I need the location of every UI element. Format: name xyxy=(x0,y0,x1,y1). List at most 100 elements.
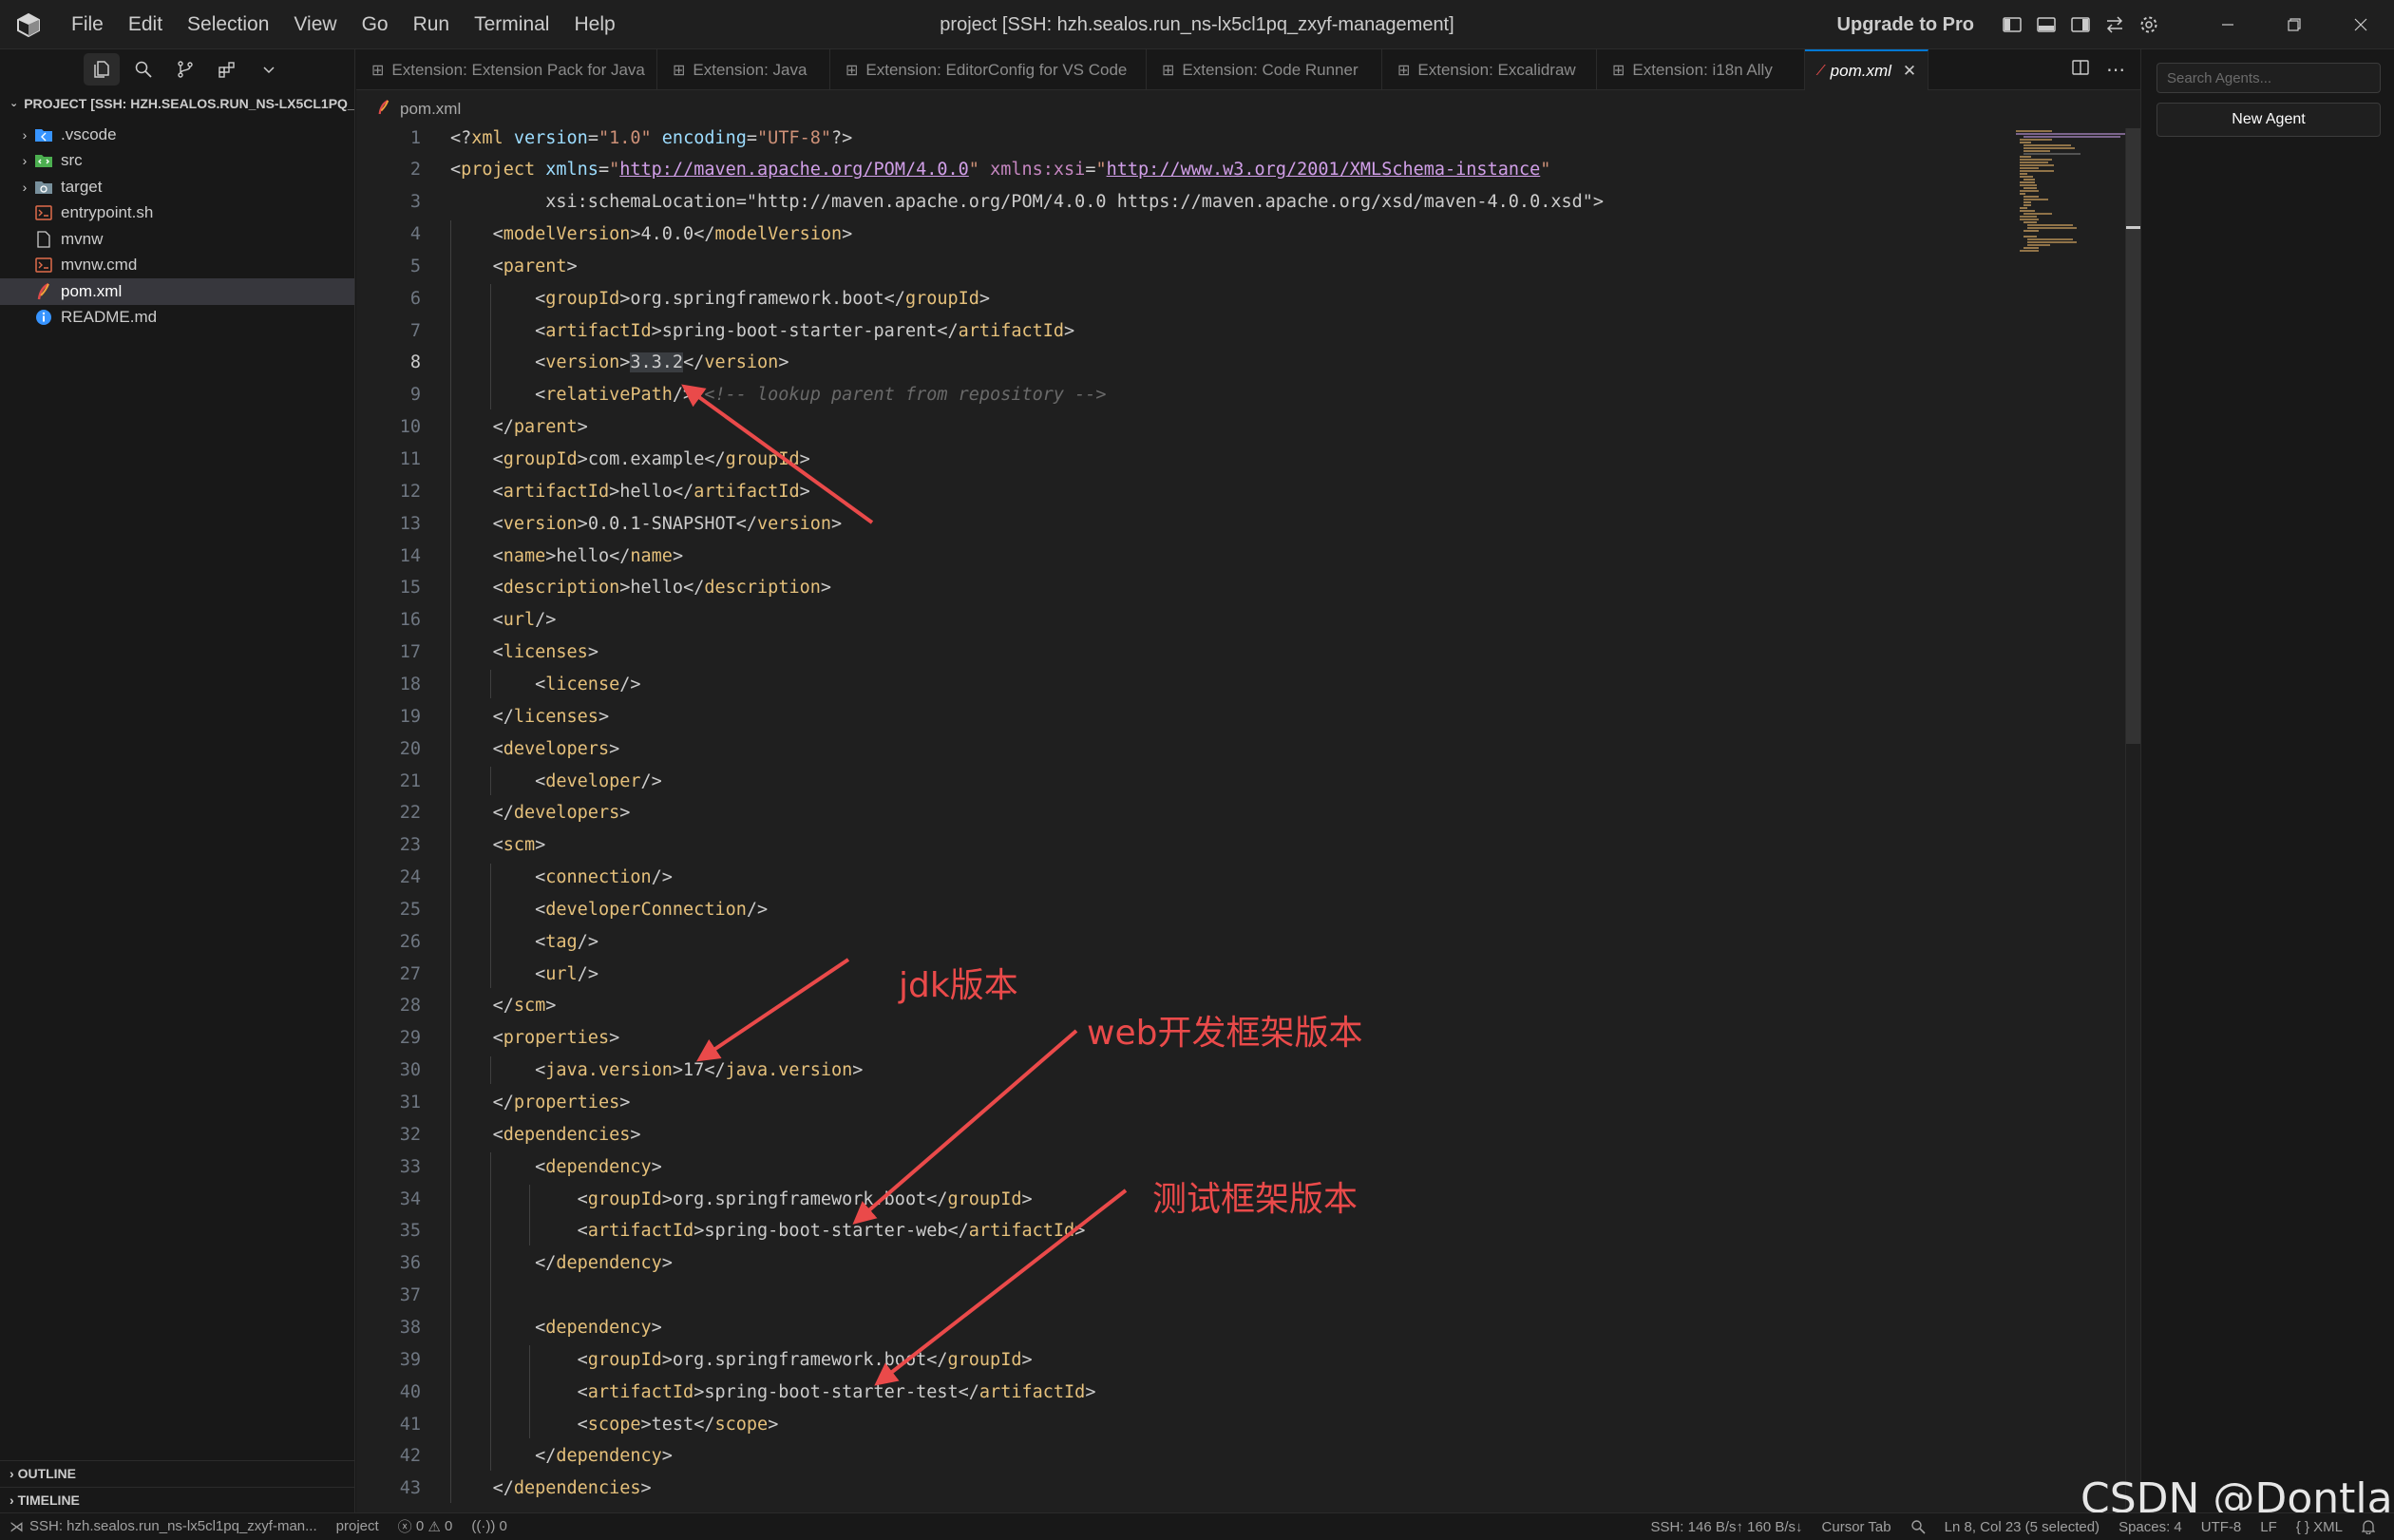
notifications-bell-icon[interactable] xyxy=(2352,1513,2384,1540)
code-line[interactable]: 34 <groupId>org.springframework.boot</gr… xyxy=(356,1183,1033,1215)
code-line[interactable]: 10 </parent> xyxy=(356,411,588,444)
ssh-traffic-indicator[interactable]: SSH: 146 B/s↑ 160 B/s↓ xyxy=(1641,1513,1812,1540)
code-line[interactable]: 21 <developer/> xyxy=(356,765,662,797)
code-line[interactable]: 7 <artifactId>spring-boot-starter-parent… xyxy=(356,314,1074,347)
tree-item-mvnw[interactable]: mvnw xyxy=(0,226,354,253)
code-line[interactable]: 32 <dependencies> xyxy=(356,1118,641,1150)
eol-indicator[interactable]: LF xyxy=(2251,1513,2287,1540)
toggle-secondary-sidebar-icon[interactable] xyxy=(2063,0,2098,49)
cursor-tab-indicator[interactable]: Cursor Tab xyxy=(1813,1513,1901,1540)
cursor-position-indicator[interactable]: Ln 8, Col 23 (5 selected) xyxy=(1935,1513,2109,1540)
code-line[interactable]: 41 <scope>test</scope> xyxy=(356,1408,779,1440)
code-line[interactable]: 42 </dependency> xyxy=(356,1440,673,1473)
code-line[interactable]: 25 <developerConnection/> xyxy=(356,893,768,925)
minimap[interactable] xyxy=(2014,128,2138,299)
code-line[interactable]: 38 <dependency> xyxy=(356,1311,662,1343)
zoom-icon[interactable] xyxy=(1901,1513,1935,1540)
editor-scrollbar[interactable] xyxy=(2125,128,2140,1512)
tab-extension-code-runner[interactable]: ⊞ Extension: Code Runner xyxy=(1147,49,1382,90)
indentation-indicator[interactable]: Spaces: 4 xyxy=(2109,1513,2192,1540)
tab-pom-xml[interactable]: ⁄ pom.xml ✕ xyxy=(1805,49,1928,90)
swap-arrows-icon[interactable] xyxy=(2098,0,2132,49)
code-line[interactable]: 29 <properties> xyxy=(356,1022,620,1055)
problems-indicator[interactable]: ⓧ 0 ⚠ 0 xyxy=(389,1513,463,1540)
tree-item-entrypoint-sh[interactable]: entrypoint.sh xyxy=(0,200,354,227)
tree-item-mvnw-cmd[interactable]: mvnw.cmd xyxy=(0,253,354,279)
code-line[interactable]: 37 xyxy=(356,1280,421,1312)
code-line[interactable]: 9 <relativePath/> <!-- lookup parent fro… xyxy=(356,379,1107,411)
code-line[interactable]: 4 <modelVersion>4.0.0</modelVersion> xyxy=(356,219,852,251)
menu-file[interactable]: File xyxy=(59,0,116,49)
folder-indicator[interactable]: project xyxy=(327,1513,389,1540)
minimize-window-icon[interactable] xyxy=(2194,0,2261,49)
code-line[interactable]: 27 <url/> xyxy=(356,958,598,990)
close-window-icon[interactable] xyxy=(2328,0,2394,49)
code-line[interactable]: 30 <java.version>17</java.version> xyxy=(356,1055,864,1087)
code-line[interactable]: 14 <name>hello</name> xyxy=(356,540,683,572)
code-line[interactable]: 23 <scm> xyxy=(356,829,546,862)
upgrade-to-pro-button[interactable]: Upgrade to Pro xyxy=(1837,14,1974,36)
timeline-section-header[interactable]: › TIMELINE xyxy=(0,1487,355,1512)
language-mode-indicator[interactable]: { } XML xyxy=(2287,1513,2352,1540)
menu-help[interactable]: Help xyxy=(561,0,627,49)
code-line[interactable]: 6 <groupId>org.springframework.boot</gro… xyxy=(356,282,990,314)
code-line[interactable]: 1 <?xml version="1.0" encoding="UTF-8"?> xyxy=(356,128,852,154)
tab-extension-i18n-ally[interactable]: ⊞ Extension: i18n Ally xyxy=(1597,49,1805,90)
tree-item-vscode[interactable]: › .vscode xyxy=(0,122,354,148)
code-line[interactable]: 19 </licenses> xyxy=(356,700,609,732)
code-line[interactable]: 43 </dependencies> xyxy=(356,1473,652,1505)
explorer-root-header[interactable]: ⌄ PROJECT [SSH: HZH.SEALOS.RUN_NS-LX5CL1… xyxy=(0,89,354,118)
code-line[interactable]: 5 <parent> xyxy=(356,250,578,282)
extensions-icon[interactable] xyxy=(209,53,245,86)
chevron-down-icon[interactable] xyxy=(251,53,287,86)
menu-view[interactable]: View xyxy=(281,0,349,49)
tab-extension-java[interactable]: ⊞ Extension: Java xyxy=(657,49,830,90)
code-line[interactable]: 35 <artifactId>spring-boot-starter-web</… xyxy=(356,1215,1086,1247)
remote-connection-indicator[interactable]: ⋊ SSH: hzh.sealos.run_ns-lx5cl1pq_zxyf-ma… xyxy=(0,1513,327,1540)
ports-indicator[interactable]: ((·)) 0 xyxy=(462,1513,517,1540)
menu-run[interactable]: Run xyxy=(401,0,463,49)
code-line[interactable]: 3 xsi:schemaLocation="http://maven.apach… xyxy=(356,186,1604,219)
code-line[interactable]: 12 <artifactId>hello</artifactId> xyxy=(356,475,810,507)
menu-go[interactable]: Go xyxy=(350,0,401,49)
code-line[interactable]: 2 <project xmlns="http://maven.apache.org… xyxy=(356,154,1551,186)
code-line[interactable]: 17 <licenses> xyxy=(356,637,598,669)
tab-extension-excalidraw[interactable]: ⊞ Extension: Excalidraw xyxy=(1382,49,1597,90)
code-line[interactable]: 18 <license/> xyxy=(356,668,641,700)
close-tab-icon[interactable]: ✕ xyxy=(1903,62,1916,81)
code-line[interactable]: 36 </dependency> xyxy=(356,1247,673,1280)
source-control-icon[interactable] xyxy=(167,53,203,86)
code-line[interactable]: 20 <developers> xyxy=(356,732,620,765)
toggle-panel-icon[interactable] xyxy=(2029,0,2063,49)
search-agents-input[interactable] xyxy=(2156,63,2381,93)
code-line[interactable]: 16 <url/> xyxy=(356,604,557,637)
more-actions-icon[interactable]: ⋯ xyxy=(2106,58,2125,82)
scrollbar-thumb[interactable] xyxy=(2126,128,2140,744)
toggle-primary-sidebar-icon[interactable] xyxy=(1995,0,2029,49)
encoding-indicator[interactable]: UTF-8 xyxy=(2192,1513,2252,1540)
outline-section-header[interactable]: › OUTLINE xyxy=(0,1461,355,1487)
tab-extension-pack-java[interactable]: ⊞ Extension: Extension Pack for Java xyxy=(356,49,657,90)
restore-window-icon[interactable] xyxy=(2261,0,2328,49)
split-editor-icon[interactable] xyxy=(2072,60,2089,80)
code-line[interactable]: 13 <version>0.0.1-SNAPSHOT</version> xyxy=(356,507,842,540)
explorer-files-icon[interactable] xyxy=(84,53,120,86)
code-line[interactable]: 24 <connection/> xyxy=(356,862,673,894)
code-line[interactable]: 22 </developers> xyxy=(356,797,631,829)
code-line[interactable]: 8 <version>3.3.2</version> xyxy=(356,347,788,379)
code-line[interactable]: 28 </scm> xyxy=(356,990,557,1022)
menu-selection[interactable]: Selection xyxy=(175,0,281,49)
code-line[interactable]: 40 <artifactId>spring-boot-starter-test<… xyxy=(356,1376,1096,1408)
tree-item-pom-xml[interactable]: pom.xml xyxy=(0,278,354,305)
breadcrumb[interactable]: pom.xml xyxy=(356,90,2140,128)
code-line[interactable]: 31 </properties> xyxy=(356,1087,631,1119)
code-line[interactable]: 26 <tag/> xyxy=(356,925,598,958)
menu-edit[interactable]: Edit xyxy=(116,0,175,49)
new-agent-button[interactable]: New Agent xyxy=(2156,103,2381,137)
menu-terminal[interactable]: Terminal xyxy=(462,0,561,49)
tab-extension-editorconfig[interactable]: ⊞ Extension: EditorConfig for VS Code xyxy=(830,49,1147,90)
code-line[interactable]: 15 <description>hello</description> xyxy=(356,572,831,604)
tree-item-src[interactable]: › src xyxy=(0,148,354,175)
code-line[interactable]: 33 <dependency> xyxy=(356,1150,662,1183)
code-editor[interactable]: 1 <?xml version="1.0" encoding="UTF-8"?> 2… xyxy=(356,128,2140,1512)
